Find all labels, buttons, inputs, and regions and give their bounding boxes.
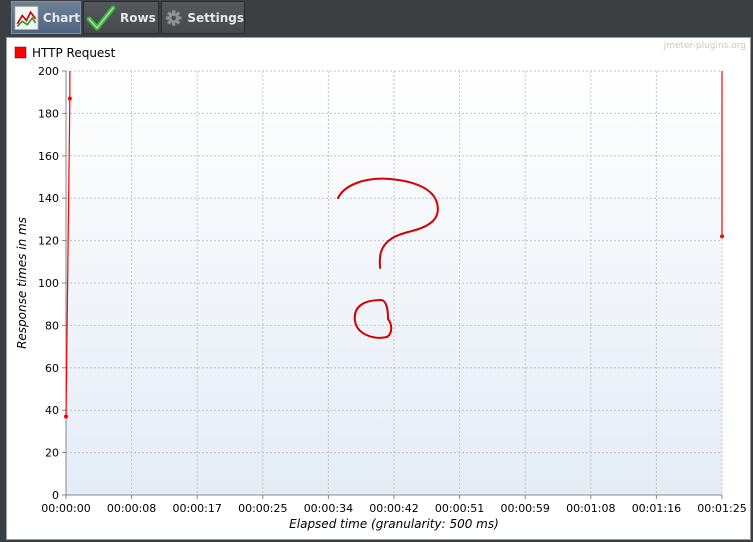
y-tick-label: 100 xyxy=(38,277,59,290)
x-tick-label: 00:00:34 xyxy=(304,502,353,515)
x-tick-label: 00:00:59 xyxy=(500,502,549,515)
y-tick-label: 0 xyxy=(52,489,59,502)
y-tick-label: 120 xyxy=(38,235,59,248)
chart-panel: 0 20 40 60 80 100 120 140 160 180 200 00:00:00 00:00… xyxy=(6,37,751,540)
y-tick-label: 40 xyxy=(45,404,59,417)
y-tick-label: 180 xyxy=(38,107,59,120)
data-point xyxy=(67,96,72,101)
x-tick-label: 00:00:42 xyxy=(369,502,418,515)
response-time-chart: 0 20 40 60 80 100 120 140 160 180 200 00:00:00 00:00… xyxy=(14,41,747,531)
data-point xyxy=(64,414,68,419)
x-tick-label: 00:00:51 xyxy=(435,502,484,515)
x-tick-label: 00:01:08 xyxy=(566,502,615,515)
x-tick-label: 00:00:08 xyxy=(107,502,156,515)
checkmark-icon xyxy=(86,5,116,30)
y-axis-title: Response times in ms xyxy=(15,217,29,349)
x-axis-title: Elapsed time (granularity: 500 ms) xyxy=(289,517,499,531)
y-tick-label: 200 xyxy=(38,65,59,78)
gear-icon xyxy=(165,9,182,26)
tab-settings[interactable]: Settings xyxy=(161,1,245,34)
legend-label: HTTP Request xyxy=(32,46,116,60)
tab-rows-label: Rows xyxy=(120,10,156,25)
tab-settings-label: Settings xyxy=(187,10,244,25)
x-tick-label: 00:01:16 xyxy=(632,502,681,515)
tab-chart[interactable]: Chart xyxy=(11,1,81,34)
y-tick-label: 60 xyxy=(45,362,59,375)
line-chart-icon xyxy=(14,5,39,30)
y-tick-label: 140 xyxy=(38,192,59,205)
legend-swatch xyxy=(14,46,27,59)
data-point xyxy=(720,234,724,239)
watermark: jmeter-plugins.org xyxy=(663,41,746,51)
y-tick-label: 20 xyxy=(45,447,59,460)
x-tick-label: 00:00:17 xyxy=(172,502,221,515)
tab-rows[interactable]: Rows xyxy=(83,1,159,34)
x-tick-label: 00:00:00 xyxy=(41,502,90,515)
x-tick-label: 00:00:25 xyxy=(238,502,287,515)
y-tick-label: 80 xyxy=(45,319,59,332)
x-tick-label: 00:01:25 xyxy=(697,502,746,515)
y-tick-label: 160 xyxy=(38,150,59,163)
tab-chart-label: Chart xyxy=(42,10,80,25)
legend: HTTP Request xyxy=(14,46,116,60)
tab-bar: Chart Rows Settings xyxy=(0,0,753,36)
